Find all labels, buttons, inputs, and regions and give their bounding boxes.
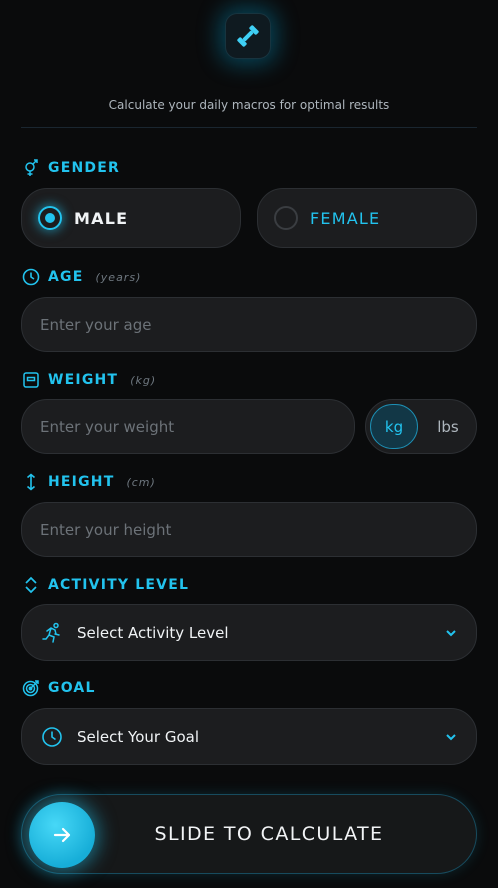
chevron-down-icon [444,730,458,744]
age-label-text: AGE [48,269,84,285]
unit-kg-button[interactable]: kg [370,404,418,449]
activity-select-value: Select Activity Level [77,623,229,642]
weight-label: WEIGHT (kg) [22,370,156,390]
dumbbell-icon [237,25,259,47]
goal-select-value: Select Your Goal [77,727,199,746]
weight-input[interactable] [21,399,355,454]
activity-select[interactable]: Select Activity Level [21,604,477,661]
weight-unit: (kg) [130,373,157,387]
height-input[interactable] [21,502,477,557]
activity-label: ACTIVITY LEVEL [22,575,189,595]
height-label: HEIGHT (cm) [22,472,156,492]
gender-option-male[interactable]: MALE [21,188,241,248]
gender-option-label: MALE [74,208,129,228]
goal-label-text: GOAL [48,680,96,696]
unit-lbs-button[interactable]: lbs [424,404,472,449]
weight-label-text: WEIGHT [48,372,119,388]
age-unit: (years) [95,270,142,284]
gender-icon [22,159,40,177]
slider-knob[interactable] [29,802,95,868]
age-label: AGE (years) [22,267,141,287]
up-down-chevron-icon [22,576,40,594]
divider [21,127,477,128]
radio-selected [38,206,62,230]
target-icon [22,679,40,697]
gender-option-label: FEMALE [310,208,381,228]
gender-label: GENDER [22,158,120,178]
subtitle: Calculate your daily macros for optimal … [108,98,390,112]
slide-to-calculate[interactable]: SLIDE TO CALCULATE [21,794,477,874]
height-unit: (cm) [126,475,156,489]
age-input[interactable] [21,297,477,352]
gender-label-text: GENDER [48,160,120,176]
scale-icon [22,371,40,389]
height-label-text: HEIGHT [48,474,115,490]
arrow-right-icon [53,827,71,843]
gender-option-female[interactable]: FEMALE [257,188,477,248]
runner-icon [41,622,63,644]
goal-select[interactable]: Select Your Goal [21,708,477,765]
weight-unit-toggle: kg lbs [365,399,477,454]
vertical-arrows-icon [22,473,40,491]
clock-icon [41,726,63,748]
app-logo [225,13,271,59]
activity-label-text: ACTIVITY LEVEL [48,577,190,593]
chevron-down-icon [444,626,458,640]
radio-unselected [274,206,298,230]
goal-label: GOAL [22,678,96,698]
clock-icon [22,268,40,286]
